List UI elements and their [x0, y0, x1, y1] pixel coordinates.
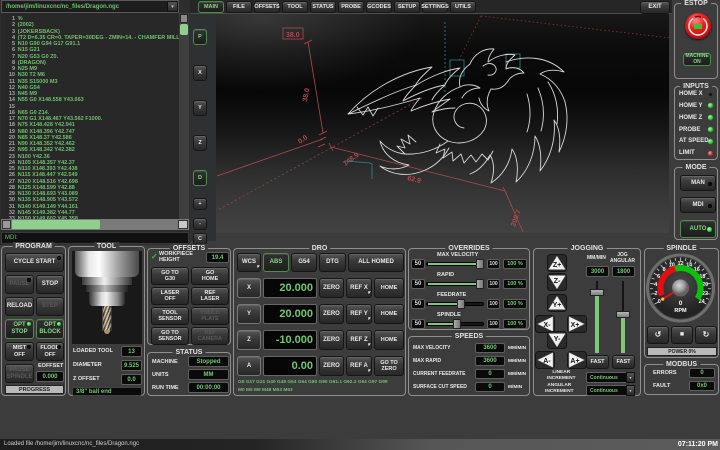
- svg-text:62.9: 62.9: [407, 175, 422, 185]
- svg-text:2: 2: [654, 291, 657, 297]
- svg-text:38.0: 38.0: [286, 32, 300, 39]
- svg-text:Y-: Y-: [554, 336, 561, 343]
- svg-text:148.9: 148.9: [342, 152, 360, 168]
- svg-text:Z-: Z-: [554, 278, 561, 285]
- svg-text:X+: X+: [571, 322, 580, 329]
- svg-text:209.7: 209.7: [510, 209, 523, 228]
- svg-text:X-: X-: [544, 322, 552, 329]
- svg-text:A-: A-: [543, 358, 551, 365]
- svg-text:0.0: 0.0: [297, 134, 309, 145]
- svg-text:38.0: 38.0: [302, 88, 311, 103]
- svg-text:24: 24: [699, 299, 706, 305]
- svg-text:0: 0: [658, 299, 661, 305]
- svg-text:Z+: Z+: [553, 262, 561, 269]
- svg-text:A+: A+: [570, 358, 579, 365]
- svg-text:RPM: RPM: [674, 308, 687, 314]
- svg-text:Y+: Y+: [553, 302, 562, 309]
